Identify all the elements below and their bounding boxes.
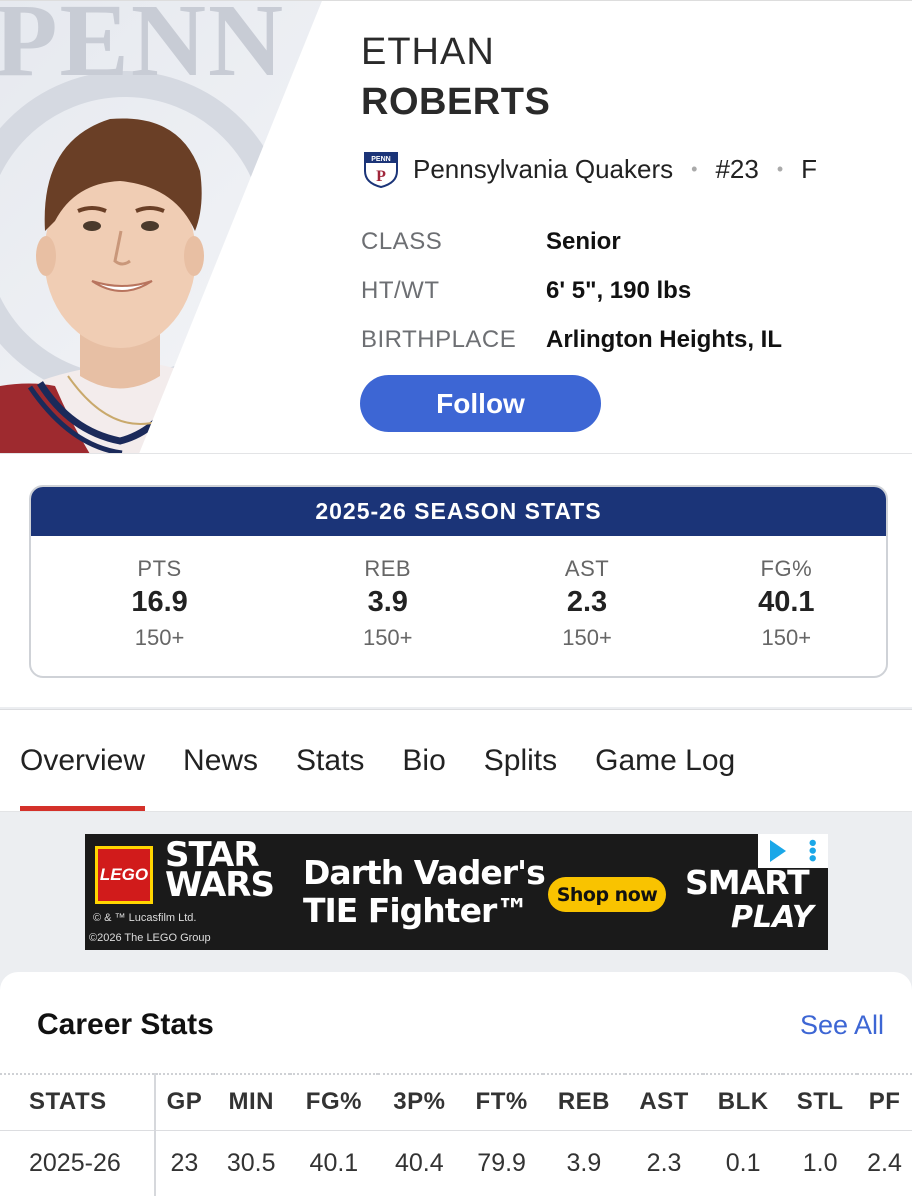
- ad-choices-badge[interactable]: •••: [758, 834, 828, 868]
- stat-value: 3.9: [367, 586, 408, 618]
- stat-label: AST: [564, 556, 610, 581]
- ad-banner[interactable]: LEGO STAR WARS © & ™ Lucasfilm Ltd. ©202…: [85, 834, 828, 950]
- table-cell: 3.9: [542, 1129, 626, 1196]
- ad-headline-line1: Darth Vader's: [303, 853, 546, 892]
- stat-rank: 150+: [562, 625, 612, 650]
- player-info: CLASS Senior HT/WT 6' 5", 190 lbs BIRTHP…: [361, 217, 782, 364]
- tab-overview[interactable]: Overview: [20, 710, 146, 811]
- table-cell: 2.4: [857, 1129, 912, 1196]
- info-value: Arlington Heights, IL: [546, 325, 782, 353]
- season-stat-reb: REB 3.9 150+: [288, 556, 487, 651]
- table-row[interactable]: 2025-26 23 30.5 40.1 40.4 79.9 3.9 2.3 0…: [0, 1129, 912, 1196]
- stat-label: REB: [364, 556, 412, 581]
- star-wars-line2: WARS: [165, 865, 275, 905]
- team-name-link[interactable]: Pennsylvania Quakers: [413, 154, 673, 185]
- jersey-number: #23: [715, 153, 759, 184]
- career-stats-title: Career Stats: [37, 1008, 214, 1041]
- season-stats-columns: PTS 16.9 150+ REB 3.9 150+ AST 2.3 150+ …: [31, 536, 886, 651]
- info-value: 6' 5", 190 lbs: [546, 276, 692, 304]
- table-cell: 2025-26: [0, 1129, 156, 1196]
- column-header: PF: [868, 1088, 901, 1116]
- column-header: AST: [639, 1088, 689, 1116]
- info-row-class: CLASS Senior: [361, 217, 782, 266]
- see-all-link[interactable]: See All: [800, 1010, 884, 1041]
- tab-bio[interactable]: Bio: [402, 710, 445, 811]
- column-header: REB: [557, 1088, 610, 1116]
- separator-dot: •: [691, 158, 698, 179]
- column-header: STL: [796, 1088, 844, 1116]
- column-header: STATS: [0, 1074, 156, 1130]
- penn-watermark: PENN: [0, 1, 286, 98]
- lego-logo: LEGO: [95, 846, 153, 904]
- column-header: FG%: [305, 1088, 362, 1116]
- career-stats-card: Career Stats See All STATS GP MIN FG% 3P…: [0, 972, 912, 1200]
- svg-text:P: P: [376, 168, 386, 185]
- stat-label: PTS: [137, 556, 182, 581]
- stat-value: 40.1: [758, 586, 815, 618]
- player-position: F: [801, 153, 818, 184]
- ad-copyright-lucasfilm: © & ™ Lucasfilm Ltd.: [93, 912, 197, 924]
- penn-shield-icon[interactable]: PENN P: [361, 149, 401, 189]
- stat-value: 16.9: [131, 586, 188, 618]
- stat-label: FG%: [760, 556, 813, 581]
- career-stats-table: STATS GP MIN FG% 3P% FT% REB AST BLK STL…: [0, 1073, 912, 1196]
- team-logo-text: PENN: [371, 156, 390, 163]
- info-label: HT/WT: [361, 276, 440, 304]
- season-stat-pts: PTS 16.9 150+: [31, 556, 288, 651]
- ad-shop-now-button[interactable]: Shop now: [548, 877, 666, 912]
- ad-choices-icon[interactable]: [769, 840, 786, 862]
- season-stats-card[interactable]: 2025-26 SEASON STATS PTS 16.9 150+ REB 3…: [29, 485, 888, 678]
- follow-button[interactable]: Follow: [360, 375, 601, 432]
- season-stat-fg-pct: FG% 40.1 150+: [687, 556, 886, 651]
- ad-more-icon[interactable]: •••: [801, 839, 826, 862]
- ad-headline-line2: TIE Fighter™: [303, 891, 529, 930]
- info-value: Senior: [546, 227, 621, 255]
- table-cell: 30.5: [212, 1129, 290, 1196]
- player-first-name: ETHAN: [361, 31, 495, 73]
- tab-splits[interactable]: Splits: [484, 710, 557, 811]
- info-label: BIRTHPLACE: [361, 325, 517, 353]
- info-row-birthplace: BIRTHPLACE Arlington Heights, IL: [361, 315, 782, 364]
- separator-dot: •: [776, 158, 784, 179]
- table-cell: 40.1: [289, 1129, 379, 1196]
- player-header: PENN ETHAN ROBERTS PENN P Pennsylvania Q…: [0, 0, 912, 453]
- stat-rank: 150+: [362, 625, 413, 650]
- team-row: PENN P Pennsylvania Quakers • #23 • F: [361, 149, 817, 189]
- ad-brand-smart: SMART: [685, 863, 810, 902]
- column-header: MIN: [228, 1088, 274, 1116]
- info-row-height-weight: HT/WT 6' 5", 190 lbs: [361, 266, 782, 315]
- table-cell: 23: [155, 1129, 213, 1196]
- ad-brand-play: PLAY: [731, 900, 814, 935]
- ad-copyright-lego: ©2026 The LEGO Group: [89, 932, 211, 944]
- tab-news[interactable]: News: [183, 710, 258, 811]
- table-cell: 79.9: [460, 1129, 543, 1196]
- table-cell: 2.3: [625, 1129, 704, 1196]
- star-wars-logo: STAR WARS: [165, 838, 275, 905]
- column-header: FT%: [475, 1088, 528, 1116]
- column-header: GP: [166, 1088, 203, 1116]
- tab-game-log[interactable]: Game Log: [595, 710, 735, 811]
- column-header: BLK: [717, 1088, 769, 1116]
- table-header-row: STATS GP MIN FG% 3P% FT% REB AST BLK STL…: [0, 1074, 912, 1130]
- ad-headline: Darth Vader's TIE Fighter™: [303, 853, 546, 930]
- season-stats-section: 2025-26 SEASON STATS PTS 16.9 150+ REB 3…: [0, 453, 912, 707]
- stat-value: 2.3: [566, 586, 608, 618]
- player-last-name: ROBERTS: [361, 81, 551, 123]
- table-cell: 40.4: [378, 1129, 461, 1196]
- table-cell: 0.1: [703, 1129, 784, 1196]
- tab-stats[interactable]: Stats: [296, 710, 364, 811]
- info-label: CLASS: [361, 227, 443, 255]
- player-hero: PENN: [0, 1, 360, 453]
- column-header: 3P%: [393, 1088, 446, 1116]
- season-stats-title: 2025-26 SEASON STATS: [31, 487, 886, 536]
- tab-bar: Overview News Stats Bio Splits Game Log: [0, 709, 912, 812]
- stat-rank: 150+: [134, 625, 185, 650]
- table-cell: 1.0: [783, 1129, 858, 1196]
- stat-rank: 150+: [761, 625, 812, 650]
- season-stat-ast: AST 2.3 150+: [487, 556, 686, 651]
